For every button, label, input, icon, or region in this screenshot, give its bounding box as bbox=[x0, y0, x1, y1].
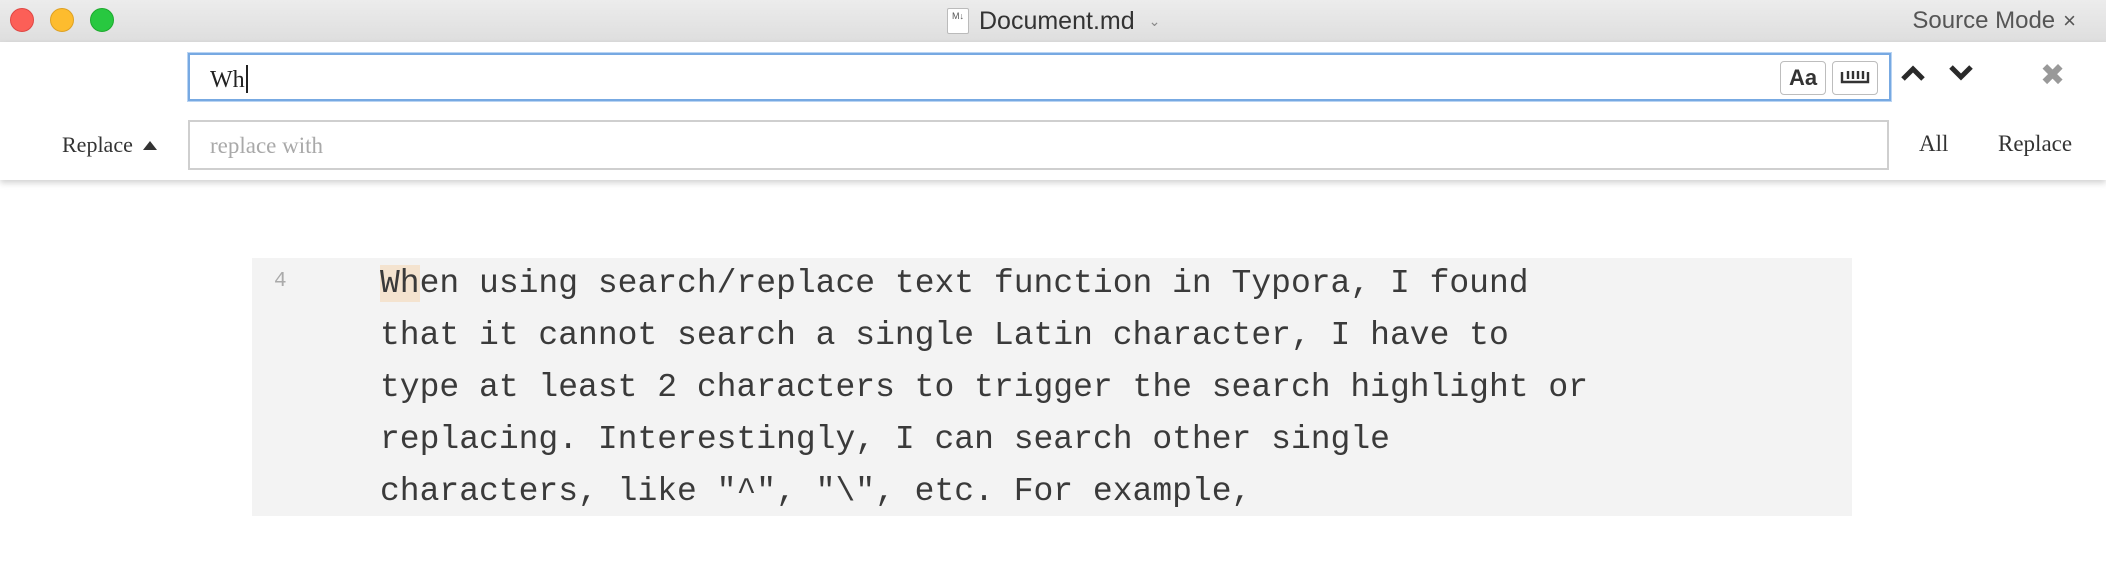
code-line: replacing. Interestingly, I can search o… bbox=[380, 421, 1390, 458]
whole-word-button[interactable] bbox=[1832, 61, 1878, 95]
replace-input-placeholder: replace with bbox=[210, 133, 324, 158]
chevron-up-icon bbox=[1901, 65, 1925, 81]
source-mode-close-icon[interactable]: × bbox=[2063, 8, 2076, 34]
find-input-value: Wh bbox=[210, 67, 245, 93]
code-line: When using search/replace text function … bbox=[380, 258, 1840, 310]
search-match-highlight: Wh bbox=[380, 265, 420, 302]
line-number: 4 bbox=[274, 270, 287, 293]
match-case-button[interactable]: Aa bbox=[1780, 61, 1826, 95]
window-minimize-button[interactable] bbox=[50, 8, 74, 32]
code-line: type at least 2 characters to trigger th… bbox=[380, 369, 1588, 406]
code-line: characters, like "^", "\", etc. For exam… bbox=[380, 473, 1252, 510]
text-caret bbox=[245, 65, 248, 93]
replace-button[interactable]: Replace bbox=[1998, 131, 2072, 157]
code-line: that it cannot search a single Latin cha… bbox=[380, 317, 1509, 354]
window-close-button[interactable] bbox=[10, 8, 34, 32]
source-mode-indicator[interactable]: Source Mode × bbox=[1912, 7, 2076, 35]
triangle-up-icon bbox=[142, 140, 157, 150]
whole-word-icon bbox=[1840, 71, 1870, 84]
replace-toggle-label: Replace bbox=[62, 132, 133, 157]
source-code-block[interactable]: 4 When using search/replace text functio… bbox=[252, 258, 1852, 516]
code-text[interactable]: When using search/replace text function … bbox=[380, 258, 1840, 518]
chevron-down-icon[interactable]: ⌄ bbox=[1149, 13, 1161, 30]
replace-input[interactable]: replace with bbox=[188, 120, 1889, 170]
previous-match-button[interactable] bbox=[1897, 58, 1929, 88]
document-title[interactable]: M↓ Document.md ⌄ bbox=[947, 6, 1160, 36]
document-title-text: Document.md bbox=[979, 6, 1135, 35]
replace-toggle[interactable]: Replace bbox=[62, 132, 157, 158]
window-zoom-button[interactable] bbox=[90, 8, 114, 32]
code-line-rest: en using search/replace text function in… bbox=[419, 265, 1529, 302]
window-titlebar: M↓ Document.md ⌄ Source Mode × bbox=[0, 0, 2106, 43]
find-input[interactable]: Wh Aa bbox=[188, 53, 1891, 101]
next-match-button[interactable] bbox=[1945, 58, 1977, 88]
replace-all-button[interactable]: All bbox=[1919, 131, 1948, 157]
chevron-down-icon bbox=[1949, 65, 1973, 81]
find-replace-panel: Wh Aa ✖ Replace replace with All Replace bbox=[0, 42, 2106, 180]
match-case-icon: Aa bbox=[1788, 65, 1818, 90]
close-search-icon[interactable]: ✖ bbox=[2040, 58, 2065, 93]
source-mode-label: Source Mode bbox=[1912, 7, 2056, 34]
markdown-file-icon: M↓ bbox=[947, 8, 969, 34]
